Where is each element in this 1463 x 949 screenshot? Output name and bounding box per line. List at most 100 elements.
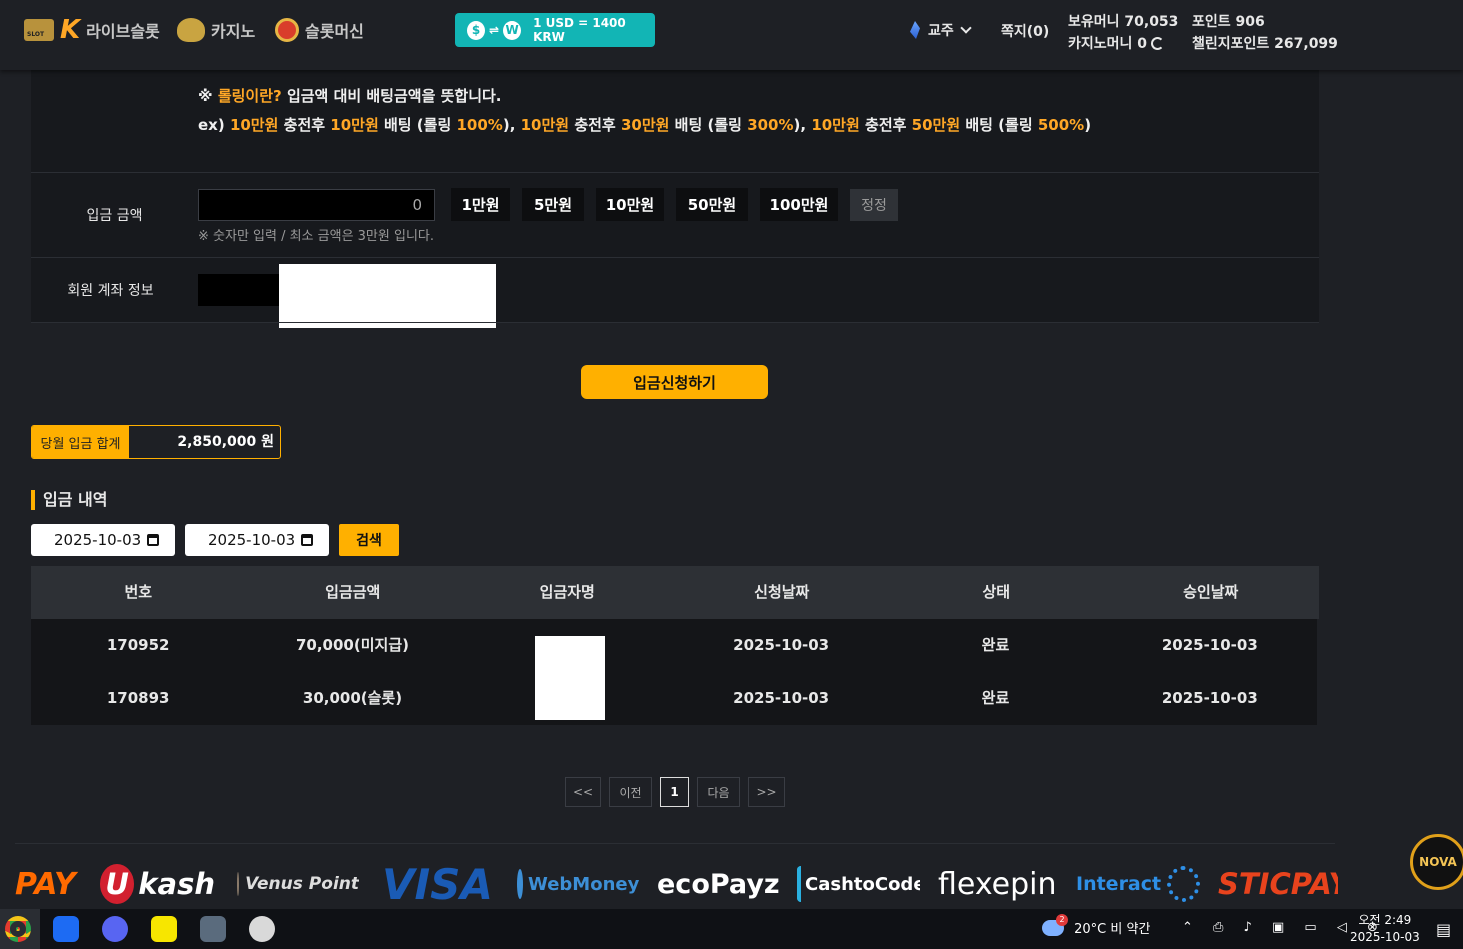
kakaotalk-icon[interactable] — [151, 916, 177, 942]
cell-amount: 30,000(슬롯) — [302, 689, 403, 707]
quick-amount-1man-button[interactable]: 1만원 — [451, 188, 510, 221]
divider — [31, 322, 1319, 323]
casino-money: 카지노머니 0 — [1068, 36, 1148, 52]
money-info: 보유머니 70,053 카지노머니 0 — [1068, 11, 1178, 55]
quick-amount-50man-button[interactable]: 50만원 — [676, 188, 748, 221]
clock[interactable]: 오전 2:49 2025-10-03 — [1350, 912, 1420, 946]
notice-text: 충전후 — [278, 116, 331, 134]
account-info-field — [198, 274, 280, 306]
notice-text: 충전후 — [569, 116, 621, 134]
quick-amount-10man-button[interactable]: 10만원 — [596, 188, 664, 221]
column-header: 상태 — [982, 583, 1011, 601]
notice-text: 배팅 (롤링 — [960, 116, 1038, 134]
refresh-icon[interactable] — [1151, 37, 1165, 50]
date-from-input[interactable]: 2025-10-03 — [31, 524, 175, 556]
os-taskbar: 2 20°C 비 약간 ⌃ ⎙ ♪ ▣ ▭ ◁ ⊗ 오전 2:49 2025-1… — [0, 909, 1463, 949]
language-label: 교주 — [928, 23, 954, 39]
notice-highlight: 500% — [1037, 116, 1085, 134]
amount-input[interactable]: 0 — [198, 189, 435, 221]
nav-live-slot[interactable]: K 라이브슬롯 — [24, 14, 160, 46]
slot-logo-icon — [24, 19, 54, 41]
calendar-icon[interactable] — [301, 534, 314, 546]
floating-nova-badge[interactable]: NOVA — [1410, 834, 1463, 890]
interact-logo: Interact — [1076, 862, 1200, 906]
quick-amount-5man-button[interactable]: 5만원 — [522, 188, 584, 221]
sticpay-logo: STICPAY — [1218, 867, 1338, 901]
amount-label: 입금 금액 — [86, 208, 143, 224]
interact-logo-text: Interact — [1076, 873, 1162, 895]
webmoney-logo: WebMoney — [517, 862, 639, 906]
table-row: 170952 70,000(미지급) 2025-10-03 완료 2025-10… — [31, 619, 1317, 672]
visa-logo: VISA — [382, 862, 492, 906]
challenge-points: 챌린지포인트 267,099 — [1192, 36, 1338, 52]
webmoney-logo-text: WebMoney — [528, 873, 639, 895]
cell-approved-date: 2025-10-03 — [1161, 689, 1258, 707]
cashtocode-logo-text: CashtoCode — [805, 873, 920, 895]
column-header: 입금금액 — [325, 583, 381, 601]
reset-button[interactable]: 정정 — [850, 189, 898, 221]
cashtocode-c-icon — [797, 866, 801, 902]
cloud-rain-icon: 2 — [1042, 914, 1068, 936]
top-bar: K 라이브슬롯 카지노 슬롯머신 $ ⇌ W 1 USD = 1400 KRW … — [0, 0, 1463, 70]
amount-hint: ※ 숫자만 입력 / 최소 금액은 3만원 입니다. — [198, 229, 435, 244]
notice-rolling-text: 입금액 대비 배팅금액을 뜻합니다. — [281, 87, 502, 105]
points-info: 포인트 906 챌린지포인트 267,099 — [1192, 11, 1338, 55]
footer-divider — [15, 843, 1335, 844]
page-prev-button[interactable]: 이전 — [609, 777, 652, 807]
notice-highlight: 10만원 — [811, 116, 860, 134]
notice-text: ) — [1084, 116, 1092, 134]
notice-highlight: 10만원 — [330, 116, 379, 134]
memo-link[interactable]: 쪽지(0) — [1001, 21, 1049, 41]
date-to-input[interactable]: 2025-10-03 — [185, 524, 329, 556]
page-current-button[interactable]: 1 — [660, 777, 689, 807]
notice-text: ), — [502, 116, 521, 134]
webmoney-globe-icon — [517, 869, 523, 899]
weather-widget[interactable]: 2 20°C 비 약간 — [1042, 914, 1150, 937]
notice-highlight: 300% — [747, 116, 794, 134]
interact-wheel-icon — [1167, 866, 1200, 902]
notice-text: 충전후 — [859, 116, 912, 134]
flexepin-logo: flexepin — [938, 866, 1056, 902]
quick-amount-100man-button[interactable]: 100만원 — [760, 188, 838, 221]
nav-slot-machine[interactable]: 슬롯머신 — [275, 14, 364, 46]
notice-text: 배팅 (롤링 — [669, 116, 748, 134]
monthly-total-box: 당월 입금 합계 2,850,000 원 — [31, 425, 281, 459]
cell-approved-date: 2025-10-03 — [1161, 636, 1258, 654]
exchange-rate-badge[interactable]: $ ⇌ W 1 USD = 1400 KRW — [455, 13, 655, 47]
paint-icon[interactable] — [249, 916, 275, 942]
page-next-button[interactable]: 다음 — [697, 777, 740, 807]
notice-rolling-term: 롤링이란? — [217, 87, 282, 105]
language-selector[interactable]: 교주 — [910, 20, 972, 40]
chevron-down-icon — [960, 22, 972, 34]
ukash-u-icon: U — [100, 864, 135, 904]
search-button[interactable]: 검색 — [339, 524, 399, 556]
clock-date: 2025-10-03 — [1350, 930, 1420, 944]
account-info-redacted — [279, 264, 496, 328]
notice-rolling-definition: ※ 롤링이란? 입금액 대비 배팅금액을 뜻합니다. — [198, 85, 502, 106]
chrome-icon[interactable] — [5, 916, 31, 942]
page-first-button[interactable]: << — [565, 777, 601, 807]
monthly-total-label: 당월 입금 합계 — [32, 426, 129, 458]
cell-requested-date: 2025-10-03 — [733, 689, 830, 707]
calendar-icon[interactable] — [147, 534, 160, 546]
page-last-button[interactable]: >> — [748, 777, 785, 807]
venus-point-icon — [237, 872, 240, 896]
discord-icon[interactable] — [102, 916, 128, 942]
date-from-value: 2025-10-03 — [54, 531, 142, 549]
nav-casino[interactable]: 카지노 — [177, 14, 255, 46]
notification-icon[interactable]: ▤ — [1436, 920, 1451, 939]
calculator-icon[interactable] — [200, 916, 226, 942]
column-header: 신청날짜 — [754, 583, 810, 601]
history-table-body: 170952 70,000(미지급) 2025-10-03 완료 2025-10… — [31, 619, 1317, 725]
cell-no: 170893 — [106, 689, 170, 707]
app-blue-icon[interactable] — [53, 916, 79, 942]
notice-highlight: 10만원 — [520, 116, 570, 134]
deposit-submit-button[interactable]: 입금신청하기 — [581, 365, 768, 399]
ukash-logo-text: kash — [138, 867, 215, 901]
history-table-header: 번호 입금금액 입금자명 신청날짜 상태 승인날짜 — [31, 566, 1319, 619]
cell-status: 완료 — [981, 689, 1010, 707]
nav-slot-machine-label: 슬롯머신 — [305, 22, 364, 41]
table-row: 170893 30,000(슬롯) 2025-10-03 완료 2025-10-… — [31, 672, 1317, 725]
cashtocode-logo: CashtoCode — [797, 862, 920, 906]
cell-no: 170952 — [106, 636, 170, 654]
